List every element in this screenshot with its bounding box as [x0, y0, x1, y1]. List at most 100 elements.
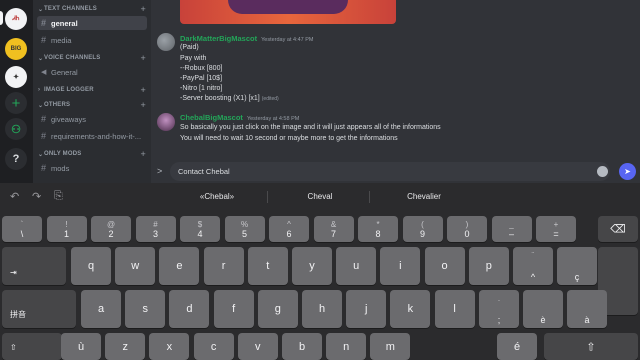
key-extra-1[interactable]: ç: [557, 247, 597, 285]
add-server-icon[interactable]: +: [5, 92, 27, 114]
category-only-mods[interactable]: ⌄ ONLY MODS +: [38, 148, 146, 160]
key-5[interactable]: % 5: [224, 216, 265, 242]
message-composer: > Contact Chebal ➤: [151, 160, 640, 183]
channel-requirements[interactable]: # requirements-and-how-it-...: [37, 129, 147, 143]
key-g[interactable]: g: [257, 290, 298, 328]
delete-key[interactable]: ⌫: [598, 216, 638, 242]
channel-general[interactable]: # general: [37, 16, 147, 30]
key-w[interactable]: w: [115, 247, 156, 285]
key-m[interactable]: m: [370, 333, 411, 360]
help-icon[interactable]: ?: [5, 148, 27, 170]
key-6[interactable]: ^ 6: [269, 216, 309, 242]
message-author[interactable]: DarkMatterBigMascot Yesterday at 4:47 PM: [180, 34, 314, 43]
key-label: o: [441, 260, 448, 272]
server-icon-3[interactable]: ✦: [5, 66, 27, 88]
ime-switch-key[interactable]: 拼音: [2, 290, 76, 328]
key-k[interactable]: k: [390, 290, 431, 328]
key-t[interactable]: t: [247, 247, 288, 285]
key-12[interactable]: + =: [536, 216, 576, 242]
category-image-logger[interactable]: › IMAGE LOGGER +: [38, 84, 146, 96]
message-line: You will need to wait 10 second or maybe…: [180, 135, 398, 142]
add-channel-icon[interactable]: +: [141, 149, 146, 159]
suggestion-3[interactable]: Chevalier: [349, 192, 499, 201]
channel-voice-general[interactable]: ◀ General: [37, 65, 147, 79]
redo-icon[interactable]: ↷: [32, 190, 41, 203]
key-label: n: [343, 340, 350, 353]
key-j[interactable]: j: [346, 290, 387, 328]
key-row4-extra-0[interactable]: é: [497, 333, 537, 360]
key-1[interactable]: ! 1: [46, 216, 87, 242]
expand-tools-icon[interactable]: >: [157, 166, 162, 176]
app-root: ᏗᏂ BIG ✦ + ⚇ ? ⌄ TEXT CHANNELS + # gener…: [0, 0, 640, 360]
key-0[interactable]: ` \: [2, 216, 42, 242]
key-h[interactable]: h: [302, 290, 342, 328]
key-r[interactable]: r: [203, 247, 244, 285]
key-i[interactable]: i: [380, 247, 421, 285]
key-alt-label: _: [509, 220, 514, 229]
key-a[interactable]: a: [81, 290, 121, 328]
key-u[interactable]: u: [336, 247, 377, 285]
channel-mods[interactable]: # mods: [37, 161, 147, 175]
explore-servers-icon[interactable]: ⚇: [5, 118, 27, 140]
category-voice-channels[interactable]: ⌄ VOICE CHANNELS +: [38, 52, 146, 64]
key-3[interactable]: #3: [135, 216, 176, 242]
category-text-channels[interactable]: ⌄ TEXT CHANNELS +: [38, 3, 146, 15]
key-7[interactable]: & 7: [313, 216, 354, 242]
tab-key[interactable]: ⇥: [2, 247, 66, 285]
author-name[interactable]: DarkMatterBigMascot: [180, 34, 257, 43]
avatar[interactable]: [157, 113, 175, 131]
message-timestamp: Yesterday at 4:58 PM: [246, 116, 300, 122]
avatar[interactable]: [157, 33, 175, 51]
key-n[interactable]: n: [326, 333, 367, 360]
key-extra-0[interactable]: ¨ ^: [513, 247, 553, 285]
key-o[interactable]: o: [424, 247, 465, 285]
key-alt-label: .: [497, 294, 501, 303]
key-8[interactable]: * 8: [358, 216, 398, 242]
shift-left-key[interactable]: ⇧: [2, 333, 62, 360]
key-4[interactable]: $4: [180, 216, 220, 242]
key-x[interactable]: x: [149, 333, 190, 360]
key-v[interactable]: v: [237, 333, 278, 360]
server-icon-2[interactable]: BIG: [5, 38, 27, 60]
category-others[interactable]: ⌄ OTHERS +: [38, 99, 146, 111]
paste-icon[interactable]: ⎘: [54, 190, 63, 203]
emoji-icon[interactable]: [597, 166, 608, 177]
key-10[interactable]: ) 0: [447, 216, 487, 242]
send-button[interactable]: ➤: [619, 163, 636, 180]
message-line: -Server boosting (X1) [x1] (edited): [180, 95, 279, 102]
key-2[interactable]: @2: [91, 216, 131, 242]
add-channel-icon[interactable]: +: [141, 4, 146, 14]
message-input[interactable]: Contact Chebal: [170, 162, 610, 181]
add-channel-icon[interactable]: +: [141, 100, 146, 110]
add-channel-icon[interactable]: +: [141, 85, 146, 95]
add-channel-icon[interactable]: +: [141, 53, 146, 63]
author-name[interactable]: ChebalBigMascot: [180, 113, 243, 122]
key-z[interactable]: z: [105, 333, 146, 360]
key-label: h: [318, 303, 326, 315]
key-row3-extra-1[interactable]: è: [523, 290, 563, 328]
key-label: p: [485, 260, 492, 272]
key-l[interactable]: l: [434, 290, 475, 328]
key-11[interactable]: _ –: [491, 216, 532, 242]
key-e[interactable]: e: [159, 247, 200, 285]
shift-right-key[interactable]: ⇧: [544, 333, 638, 360]
key-f[interactable]: f: [213, 290, 254, 328]
channel-media[interactable]: # media: [37, 33, 147, 47]
key-row3-extra-2[interactable]: à: [567, 290, 607, 328]
undo-icon[interactable]: ↶: [10, 190, 19, 203]
key-p[interactable]: p: [468, 247, 509, 285]
channel-giveaways[interactable]: # giveaways: [37, 112, 147, 126]
key-d[interactable]: d: [169, 290, 210, 328]
embedded-image[interactable]: [180, 0, 396, 24]
server-icon-1[interactable]: ᏗᏂ: [5, 8, 27, 30]
key-y[interactable]: y: [292, 247, 332, 285]
key-c[interactable]: c: [193, 333, 234, 360]
key-s[interactable]: s: [125, 290, 166, 328]
key-label: è: [540, 315, 546, 325]
key-b[interactable]: b: [282, 333, 322, 360]
key-9[interactable]: (9: [402, 216, 443, 242]
key-q[interactable]: q: [71, 247, 111, 285]
message-author[interactable]: ChebalBigMascot Yesterday at 4:58 PM: [180, 113, 299, 122]
key-row3-extra-0[interactable]: .;: [479, 290, 519, 328]
key-ù[interactable]: ù: [61, 333, 101, 360]
